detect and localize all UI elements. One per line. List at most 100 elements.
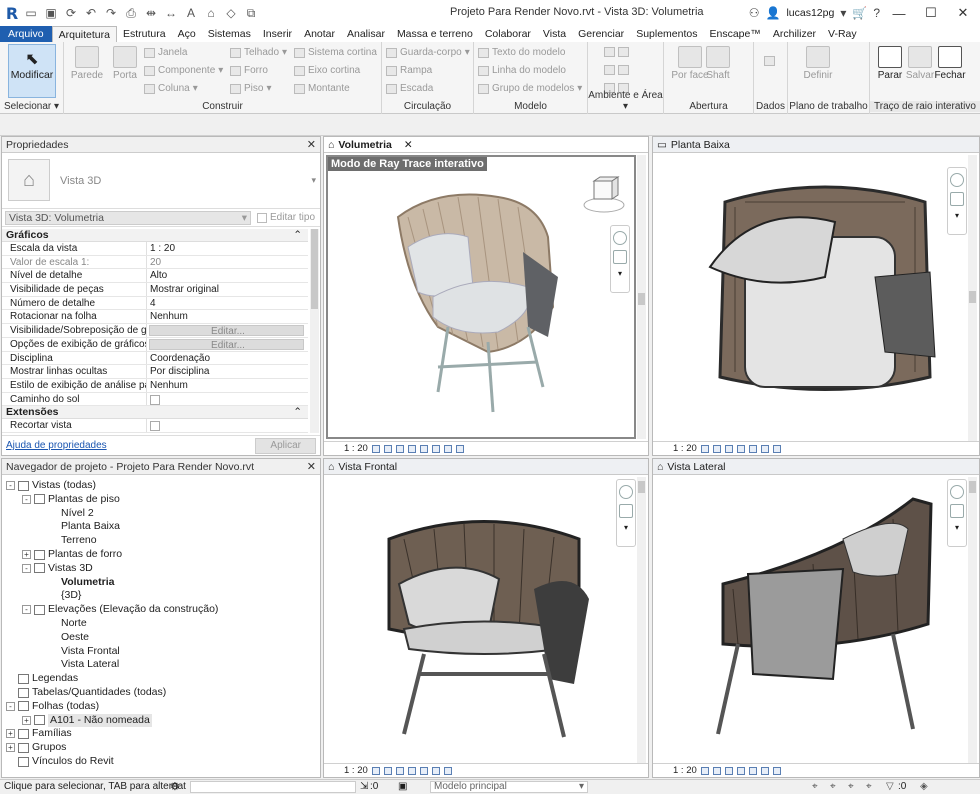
design-options-icon[interactable]: ⚙ xyxy=(170,780,180,794)
telhado-button[interactable]: Telhado ▾ xyxy=(230,47,287,58)
property-value[interactable] xyxy=(147,393,308,406)
collapse-icon[interactable]: - xyxy=(22,563,31,573)
tree-item[interactable]: - Elevações (Elevação da construção) xyxy=(22,603,218,616)
ambiente-label[interactable]: Ambiente e Área ▾ xyxy=(588,90,663,112)
tree-item[interactable]: Tabelas/Quantidades (todas) xyxy=(6,686,166,699)
collapse-icon[interactable]: - xyxy=(22,605,31,615)
model-selector[interactable]: Modelo principal ▾ xyxy=(430,781,588,793)
visual-style-icon[interactable] xyxy=(712,444,721,453)
minimize-button[interactable]: — xyxy=(886,3,912,23)
tree-item[interactable]: Volumetria xyxy=(38,576,114,589)
chevron-down-icon[interactable]: ▾ xyxy=(948,523,966,532)
view-scrollbar[interactable] xyxy=(968,155,977,441)
tree-item[interactable]: Vista Lateral xyxy=(38,658,119,671)
visual-style-icon[interactable] xyxy=(383,444,392,453)
sync-icon[interactable]: ⟳ xyxy=(62,4,80,22)
zoom-icon[interactable] xyxy=(950,192,964,206)
expand-icon[interactable]: + xyxy=(6,729,15,739)
collapse-icon[interactable]: - xyxy=(22,494,31,504)
user-icon[interactable]: 👤 xyxy=(766,6,781,20)
type-selector[interactable]: ⌂ Vista 3D ▾ xyxy=(2,153,320,209)
detail-level-icon[interactable] xyxy=(700,444,709,453)
detail-level-icon[interactable] xyxy=(371,766,380,775)
coluna-button[interactable]: Coluna ▾ xyxy=(144,83,198,94)
hide-icon[interactable] xyxy=(772,444,781,453)
sun-path-icon[interactable] xyxy=(724,766,733,775)
expand-icon[interactable]: + xyxy=(22,715,31,725)
ambiente-button-1[interactable] xyxy=(604,47,629,57)
close-icon[interactable]: ✕ xyxy=(307,137,316,153)
shadows-icon[interactable] xyxy=(736,766,745,775)
tree-item[interactable]: Vista Frontal xyxy=(38,645,120,658)
steering-wheel-icon[interactable] xyxy=(613,231,627,245)
tree-item[interactable]: - Plantas de piso xyxy=(22,493,120,506)
ribbon-tab[interactable]: V-Ray xyxy=(822,26,863,42)
view-scrollbar[interactable] xyxy=(637,477,646,763)
tree-item[interactable]: Oeste xyxy=(38,631,89,644)
ribbon-tab[interactable]: Estrutura xyxy=(117,26,172,42)
expand-icon[interactable]: + xyxy=(22,550,31,559)
hide-icon[interactable] xyxy=(772,766,781,775)
section-extensoes[interactable]: Extensões ⌃ xyxy=(2,406,308,420)
redo-icon[interactable]: ↷ xyxy=(102,4,120,22)
sun-path-icon[interactable] xyxy=(724,444,733,453)
measure-icon[interactable]: ⇹ xyxy=(142,4,160,22)
view-vista-frontal[interactable]: ⌂ Vista Frontal ▾ 1 : 20 xyxy=(323,458,649,778)
select-pinned-icon[interactable]: ⌖ xyxy=(848,780,854,794)
piso-button[interactable]: Piso ▾ xyxy=(230,83,271,94)
tree-item[interactable]: + Grupos xyxy=(6,741,66,754)
properties-scrollbar[interactable] xyxy=(310,229,319,433)
ribbon-tab[interactable]: Anotar xyxy=(298,26,341,42)
dimension-icon[interactable]: ↔ xyxy=(162,4,180,22)
background-process-icon[interactable]: ◈ xyxy=(920,780,928,794)
checkbox[interactable] xyxy=(150,394,160,405)
edit-button[interactable]: Editar... xyxy=(149,325,304,336)
edit-type-button[interactable]: Editar tipo xyxy=(257,212,315,223)
text-icon[interactable]: A xyxy=(182,4,200,22)
help-icon[interactable]: ? xyxy=(873,6,880,20)
close-icon[interactable]: ✕ xyxy=(404,137,413,153)
tree-item[interactable]: {3D} xyxy=(38,589,81,602)
escada-button[interactable]: Escada xyxy=(386,83,433,94)
tree-item[interactable]: - Vistas 3D xyxy=(22,562,93,575)
tree-item[interactable]: Terreno xyxy=(38,534,97,547)
tree-item[interactable]: + Plantas de forro xyxy=(22,548,122,561)
modificar-button[interactable]: ⬉ Modificar xyxy=(8,44,56,98)
ambiente-button-2[interactable] xyxy=(604,65,629,75)
lock-icon[interactable] xyxy=(443,444,452,453)
tree-item[interactable]: Vínculos do Revit xyxy=(6,755,114,768)
tree-item[interactable]: Legendas xyxy=(6,672,78,685)
visual-style-icon[interactable] xyxy=(712,766,721,775)
zoom-icon[interactable] xyxy=(950,504,964,518)
binoculars-icon[interactable]: ⚇ xyxy=(749,6,760,20)
dados-button[interactable] xyxy=(764,56,775,66)
scale-label[interactable]: 1 : 20 xyxy=(344,764,368,777)
undo-icon[interactable]: ↶ xyxy=(82,4,100,22)
save-icon[interactable]: ▣ xyxy=(42,4,60,22)
scale-label[interactable]: 1 : 20 xyxy=(344,442,368,455)
help-link[interactable]: Ajuda de propriedades xyxy=(6,440,107,451)
render-icon[interactable] xyxy=(419,444,428,453)
zoom-icon[interactable] xyxy=(619,504,633,518)
detail-level-icon[interactable] xyxy=(371,444,380,453)
definir-button[interactable]: Definir xyxy=(800,46,836,81)
shadows-icon[interactable] xyxy=(407,444,416,453)
view-vista-lateral[interactable]: ⌂ Vista Lateral ▾ 1 : 20 xyxy=(652,458,980,778)
select-links-icon[interactable]: ⌖ xyxy=(812,780,818,794)
linha-modelo-button[interactable]: Linha do modelo xyxy=(478,65,566,76)
chevron-down-icon[interactable]: ▾ xyxy=(617,523,635,532)
forro-button[interactable]: Forro xyxy=(230,65,268,76)
section-icon[interactable]: ◇ xyxy=(222,4,240,22)
render-canvas[interactable]: Modo de Ray Trace interativo ▾ xyxy=(326,155,636,439)
tree-item[interactable]: Norte xyxy=(38,617,87,630)
fechar-button[interactable]: Fechar xyxy=(932,46,968,81)
ribbon-tab[interactable]: Enscape™ xyxy=(703,26,766,42)
collapse-icon[interactable]: - xyxy=(6,701,15,711)
instance-selector[interactable]: Vista 3D: Volumetria ▾ xyxy=(5,210,251,225)
crop-icon[interactable] xyxy=(431,444,440,453)
ribbon-tab[interactable]: Massa e terreno xyxy=(391,26,479,42)
edit-button[interactable]: Editar... xyxy=(149,338,304,350)
close-icon[interactable]: ✕ xyxy=(307,459,316,475)
view-scrollbar[interactable] xyxy=(968,477,977,763)
ribbon-tab[interactable]: Colaborar xyxy=(479,26,537,42)
